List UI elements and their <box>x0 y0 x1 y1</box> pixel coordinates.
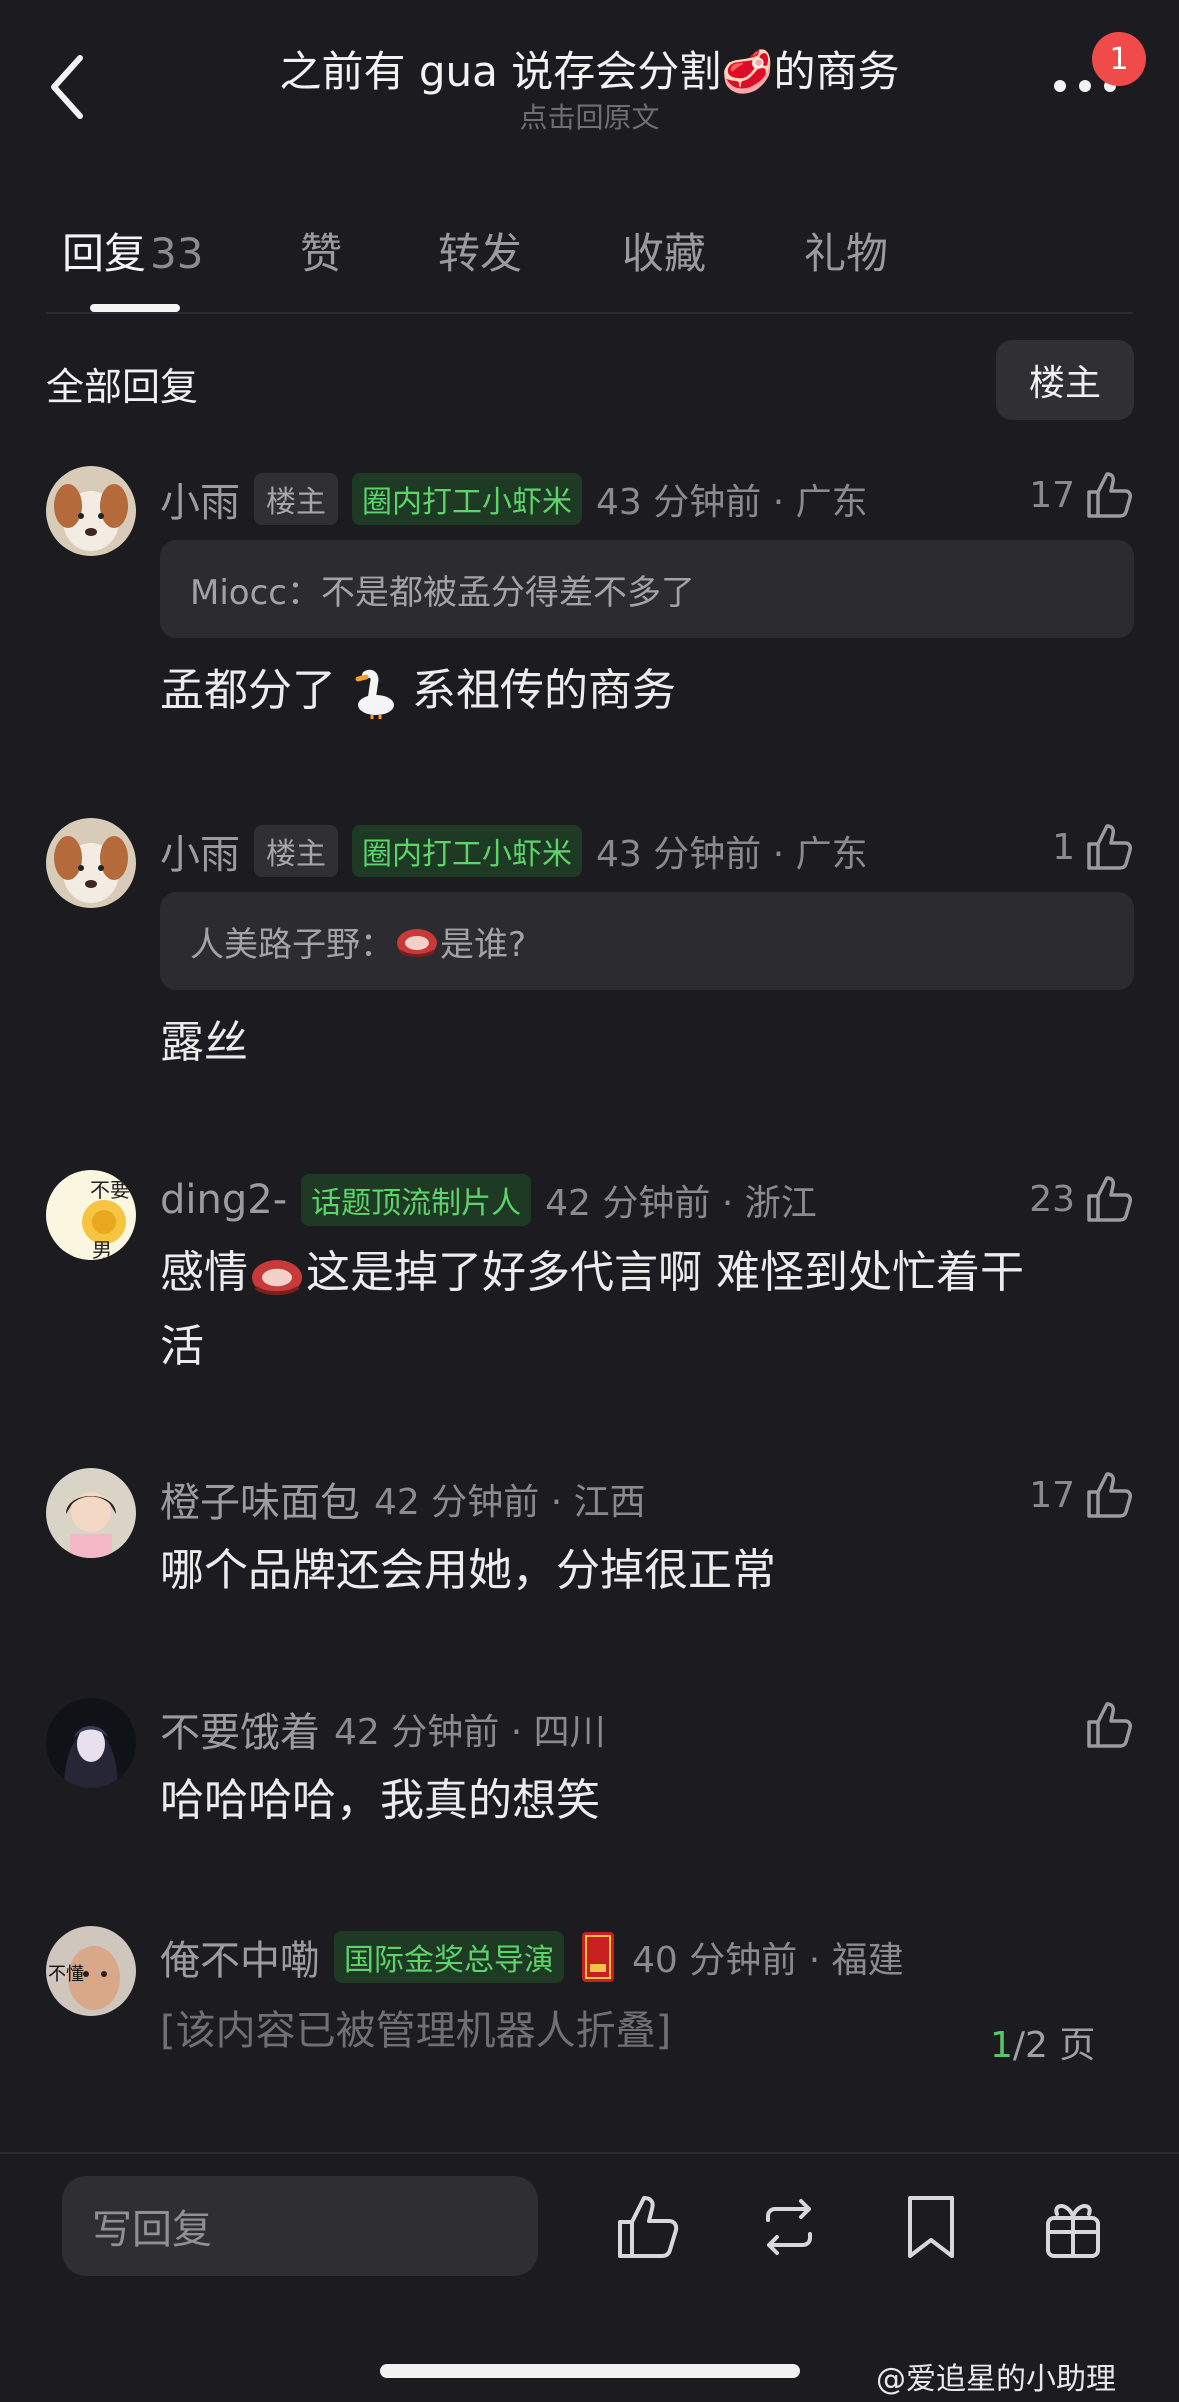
tab-likes[interactable]: 赞 <box>300 220 342 281</box>
tab-replies[interactable]: 回复33 <box>62 220 203 281</box>
avatar-text: 不要 <box>90 1178 130 1202</box>
timestamp-location: 43 分钟前 · 广东 <box>596 482 868 523</box>
home-indicator <box>380 2364 800 2378</box>
avatar[interactable] <box>46 818 136 908</box>
divider <box>46 312 1133 314</box>
comment-text[interactable]: 露丝 <box>160 1006 248 1080</box>
tab-replies-count: 33 <box>150 229 204 278</box>
steak-emoji-icon <box>252 1260 302 1295</box>
quoted-reply[interactable]: Miocc：不是都被孟分得差不多了 <box>160 540 1134 638</box>
comment-item: 小雨 楼主 圈内打工小虾米 43 分钟前 · 广东 17 Miocc：不是都被孟… <box>0 460 1179 760</box>
thumbs-up-icon <box>1087 472 1132 518</box>
tab-favorites[interactable]: 收藏 <box>622 220 706 281</box>
user-badge: 圈内打工小虾米 <box>352 825 582 877</box>
back-button[interactable] <box>44 52 94 122</box>
back-to-original-link[interactable]: 点击回原文 <box>180 96 999 136</box>
username[interactable]: 橙子味面包 <box>160 1470 360 1528</box>
quote-text-part: 是谁? <box>440 924 527 965</box>
comment-text-part: 这是掉了好多代言啊 难怪到处忙着干 <box>306 1247 1024 1298</box>
quote-text-part: 人美路子野： <box>190 924 394 965</box>
avatar-text: 男 <box>92 1238 112 1260</box>
op-tag: 楼主 <box>254 825 338 877</box>
comment-item: 橙子味面包 42 分钟前 · 江西 17 哪个品牌还会用她，分掉很正常 <box>0 1462 1179 1642</box>
username[interactable]: 俺不中嘞 <box>160 1928 320 1986</box>
thumbs-up-icon <box>1087 824 1132 870</box>
timestamp-location: 42 分钟前 · 浙江 <box>545 1183 817 1224</box>
watermark: @爱追星的小助理 <box>876 2362 1116 2397</box>
divider <box>0 2152 1179 2154</box>
comment-item: 小雨 楼主 圈内打工小虾米 43 分钟前 · 广东 1 人美路子野： 是谁? 露… <box>0 812 1179 1092</box>
active-tab-indicator <box>90 304 180 312</box>
username[interactable]: 不要饿着 <box>160 1700 320 1758</box>
tab-replies-label: 回复 <box>62 229 147 278</box>
avatar[interactable]: 不懂 <box>46 1926 136 2016</box>
user-badge: 国际金奖总导演 <box>334 1931 564 1983</box>
comment-text-part: 系祖传的商务 <box>412 665 676 716</box>
username[interactable]: ding2- <box>160 1177 287 1223</box>
timestamp-location: 42 分钟前 · 江西 <box>374 1482 646 1523</box>
timestamp-location: 43 分钟前 · 广东 <box>596 834 868 875</box>
notification-badge: 1 <box>1092 32 1146 86</box>
thumbs-up-icon <box>1087 1176 1132 1222</box>
username[interactable]: 小雨 <box>160 822 240 880</box>
like-button[interactable]: 17 <box>1029 470 1133 520</box>
comment-item: 不要 男 ding2- 话题顶流制片人 42 分钟前 · 浙江 23 感情 这是掉… <box>0 1164 1179 1404</box>
comment-text-part: 活 <box>160 1321 204 1372</box>
reply-input[interactable]: 写回复 <box>62 2176 538 2276</box>
comment-text[interactable]: 孟都分了 系祖传的商务 <box>160 654 676 728</box>
all-replies-label: 全部回复 <box>46 365 199 409</box>
like-button[interactable]: 1 <box>1052 822 1133 872</box>
tab-gifts[interactable]: 礼物 <box>804 220 888 281</box>
username[interactable]: 小雨 <box>160 470 240 528</box>
goose-emoji-icon <box>355 669 394 719</box>
like-count: 23 <box>1029 1178 1075 1220</box>
tab-reposts[interactable]: 转发 <box>438 220 522 281</box>
timestamp-location: 42 分钟前 · 四川 <box>334 1712 606 1753</box>
op-tag: 楼主 <box>254 473 338 525</box>
timestamp-location: 40 分钟前 · 福建 <box>632 1940 904 1981</box>
comment-text-part: 感情 <box>160 1247 248 1298</box>
avatar[interactable] <box>46 1698 136 1788</box>
total-pages: /2 页 <box>1012 2025 1096 2066</box>
like-icon[interactable] <box>614 2192 684 2262</box>
page-indicator[interactable]: 1/2 页 <box>990 2016 1095 2068</box>
user-badge: 圈内打工小虾米 <box>352 473 582 525</box>
user-badge: 话题顶流制片人 <box>301 1174 532 1226</box>
like-count: 1 <box>1052 826 1075 868</box>
quoted-reply[interactable]: 人美路子野： 是谁? <box>160 892 1134 990</box>
comment-text-part: 孟都分了 <box>160 665 336 716</box>
gift-icon[interactable] <box>1038 2192 1108 2262</box>
op-only-button[interactable]: 楼主 <box>996 340 1134 420</box>
comment-text[interactable]: 感情 这是掉了好多代言啊 难怪到处忙着干活 <box>160 1236 1120 1384</box>
avatar[interactable]: 不要 男 <box>46 1170 136 1260</box>
like-count: 17 <box>1029 474 1075 516</box>
comment-text[interactable]: 哪个品牌还会用她，分掉很正常 <box>160 1534 776 1608</box>
bookmark-icon[interactable] <box>896 2192 966 2262</box>
avatar-text: 不懂 <box>48 1964 84 1985</box>
like-count: 17 <box>1029 1474 1075 1516</box>
thumbs-up-icon <box>1087 1702 1132 1748</box>
current-page: 1 <box>990 2025 1013 2066</box>
comment-text[interactable]: 哈哈哈哈，我真的想笑 <box>160 1764 600 1838</box>
avatar[interactable] <box>46 466 136 556</box>
comment-item: 不要饿着 42 分钟前 · 四川 哈哈哈哈，我真的想笑 <box>0 1692 1179 1852</box>
avatar[interactable] <box>46 1468 136 1558</box>
thumbs-up-icon <box>1087 1472 1132 1518</box>
like-button[interactable]: 17 <box>1029 1470 1133 1520</box>
red-envelope-icon <box>582 1932 614 1982</box>
like-button[interactable] <box>1075 1700 1133 1750</box>
repost-icon[interactable] <box>754 2192 824 2262</box>
steak-emoji-icon <box>397 929 437 957</box>
like-button[interactable]: 23 <box>1029 1174 1133 1224</box>
page-title: 之前有 gua 说存会分割🥩的商务 <box>279 47 900 96</box>
folded-content-notice[interactable]: [该内容已被管理机器人折叠] <box>160 1998 671 2056</box>
